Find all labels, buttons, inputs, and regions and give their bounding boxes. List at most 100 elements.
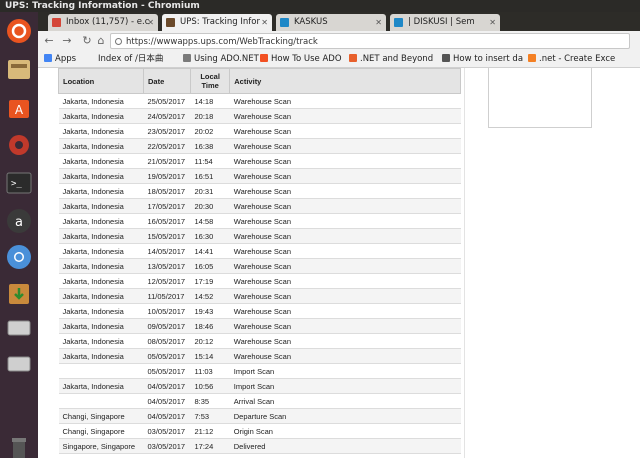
cell-date: 12/05/2017 [143,273,191,289]
column-header-date: Date [143,68,191,94]
column-header-local-time: Local Time [189,68,231,94]
cell-date: 08/05/2017 [143,333,191,349]
reload-icon[interactable]: ↻ [80,34,94,47]
table-row: Jakarta, Indonesia 05/05/2017 15:14 Warehou… [58,348,461,364]
cell-time: 20:12 [190,333,230,349]
amazon-icon[interactable]: a [4,206,34,236]
cell-time: 11:03 [190,363,230,379]
cell-activity: Warehouse Scan [229,93,461,109]
ubuntu-dash-icon[interactable] [4,16,34,46]
stackoverflow-icon [528,54,536,62]
bookmark-net-beyond[interactable]: .NET and Beyond [349,52,439,67]
tab-label: KASKUS [294,17,328,27]
tab-kaskus[interactable]: KASKUS ✕ [276,14,386,31]
table-row: Jakarta, Indonesia 15/05/2017 16:30 Warehou… [58,228,461,244]
close-icon[interactable]: ✕ [147,14,154,31]
cell-activity: Warehouse Scan [229,108,461,124]
cell-date: 25/05/2017 [143,93,191,109]
table-row: Changi, Singapore 04/05/2017 7:53 Departure… [58,408,461,424]
column-header-activity: Activity [229,68,461,94]
close-icon[interactable]: ✕ [375,14,382,31]
home-icon[interactable]: ⌂ [94,34,108,47]
cell-location: Singapore [58,453,144,458]
cell-activity: Warehouse Scan [229,318,461,334]
cell-date: 04/05/2017 [143,378,191,394]
tab-ups-tracking[interactable]: UPS: Tracking Infor ✕ [162,14,272,31]
bookmark-apps[interactable]: Apps [44,52,94,67]
blogger-icon [349,54,357,62]
cell-location: Jakarta, Indonesia [58,108,144,124]
table-row: Singapore, Singapore 03/05/2017 17:24 Deliv… [58,438,461,454]
svg-text:>_: >_ [11,179,22,189]
column-header-location: Location [58,68,144,94]
cell-activity: Warehouse Scan [229,123,461,139]
cell-location: Jakarta, Indonesia [58,333,144,349]
tracking-table: Location Date Local Time Activity Jakart… [58,68,461,458]
cell-activity: Warehouse Scan [229,153,461,169]
cell-time: 20:18 [190,108,230,124]
svg-text:a: a [15,215,23,230]
table-header-row: Location Date Local Time Activity [58,68,461,94]
cell-time: 10:56 [190,378,230,394]
cell-date: 03/05/2017 [143,438,191,454]
table-row: Jakarta, Indonesia 09/05/2017 18:46 Warehou… [58,318,461,334]
column-divider [464,68,465,458]
terminal-icon[interactable]: >_ [4,168,34,198]
table-row: Jakarta, Indonesia 14/05/2017 14:41 Warehou… [58,243,461,259]
drive-icon[interactable] [4,312,34,342]
cell-time: 17:19 [190,273,230,289]
cell-activity: Warehouse Scan [229,243,461,259]
cell-time: 14:58 [190,213,230,229]
forward-icon[interactable]: → [60,34,74,47]
cell-date: 03/05/2017 [143,453,191,458]
address-bar[interactable]: https://wwwapps.ups.com/WebTracking/trac… [110,33,630,49]
files-icon[interactable] [4,54,34,84]
cell-date: 13/05/2017 [143,258,191,274]
browser-toolbar: ← → ↻ ⌂ https://wwwapps.ups.com/WebTrack… [38,31,640,52]
back-icon[interactable]: ← [42,34,56,47]
tab-label: UPS: Tracking Infor [180,17,260,27]
cell-time: 21:12 [190,423,230,439]
cell-activity: Origin Scan [229,423,461,439]
cell-activity: Import Scan [229,378,461,394]
chromium-icon[interactable] [4,242,34,272]
bookmark-how-to-insert[interactable]: How to insert da [442,52,524,67]
cell-activity: Warehouse Scan [229,288,461,304]
cell-date: 21/05/2017 [143,153,191,169]
tab-diskusi[interactable]: | DISKUSI | Sem ✕ [390,14,500,31]
close-icon[interactable]: ✕ [489,14,496,31]
cell-location: Changi, Singapore [58,423,144,439]
bookmarks-bar: Apps Index of /日本曲 Using ADO.NET t How T… [38,52,640,68]
table-row: Jakarta, Indonesia 08/05/2017 20:12 Warehou… [58,333,461,349]
software-center-icon[interactable]: A [4,92,34,122]
bookmark-create-excel[interactable]: .net - Create Exce [528,52,640,67]
cell-date: 18/05/2017 [143,183,191,199]
page-icon [442,54,450,62]
cell-location: Jakarta, Indonesia [58,93,144,109]
cell-date: 10/05/2017 [143,303,191,319]
cell-activity: Warehouse Scan [229,183,461,199]
bookmark-ado-net[interactable]: Using ADO.NET t [183,52,268,67]
close-icon[interactable]: ✕ [261,14,268,31]
drive-icon-2[interactable] [4,348,34,378]
table-row: Changi, Singapore 03/05/2017 21:12 Origin S… [58,423,461,439]
bookmark-how-to-use-ado[interactable]: How To Use ADO [260,52,345,67]
table-row: Jakarta, Indonesia 17/05/2017 20:30 Warehou… [58,198,461,214]
cell-date: 19/05/2017 [143,168,191,184]
cell-date: 09/05/2017 [143,318,191,334]
cell-location: Jakarta, Indonesia [58,348,144,364]
cell-activity: Warehouse Scan [229,228,461,244]
cell-activity: Warehouse Scan [229,258,461,274]
bookmark-index[interactable]: Index of /日本曲 [98,52,178,67]
cell-time: 14:52 [190,288,230,304]
table-row: Jakarta, Indonesia 22/05/2017 16:38 Warehou… [58,138,461,154]
tab-inbox[interactable]: Inbox (11,757) - e.c ✕ [48,14,158,31]
table-row: Jakarta, Indonesia 10/05/2017 19:43 Warehou… [58,303,461,319]
cell-location: Jakarta, Indonesia [58,168,144,184]
table-row: Jakarta, Indonesia 16/05/2017 14:58 Warehou… [58,213,461,229]
system-settings-icon[interactable] [4,130,34,160]
apps-icon [44,54,52,62]
table-row: Jakarta, Indonesia 23/05/2017 20:02 Warehou… [58,123,461,139]
cell-time: 15:14 [190,348,230,364]
archive-manager-icon[interactable] [4,278,34,308]
